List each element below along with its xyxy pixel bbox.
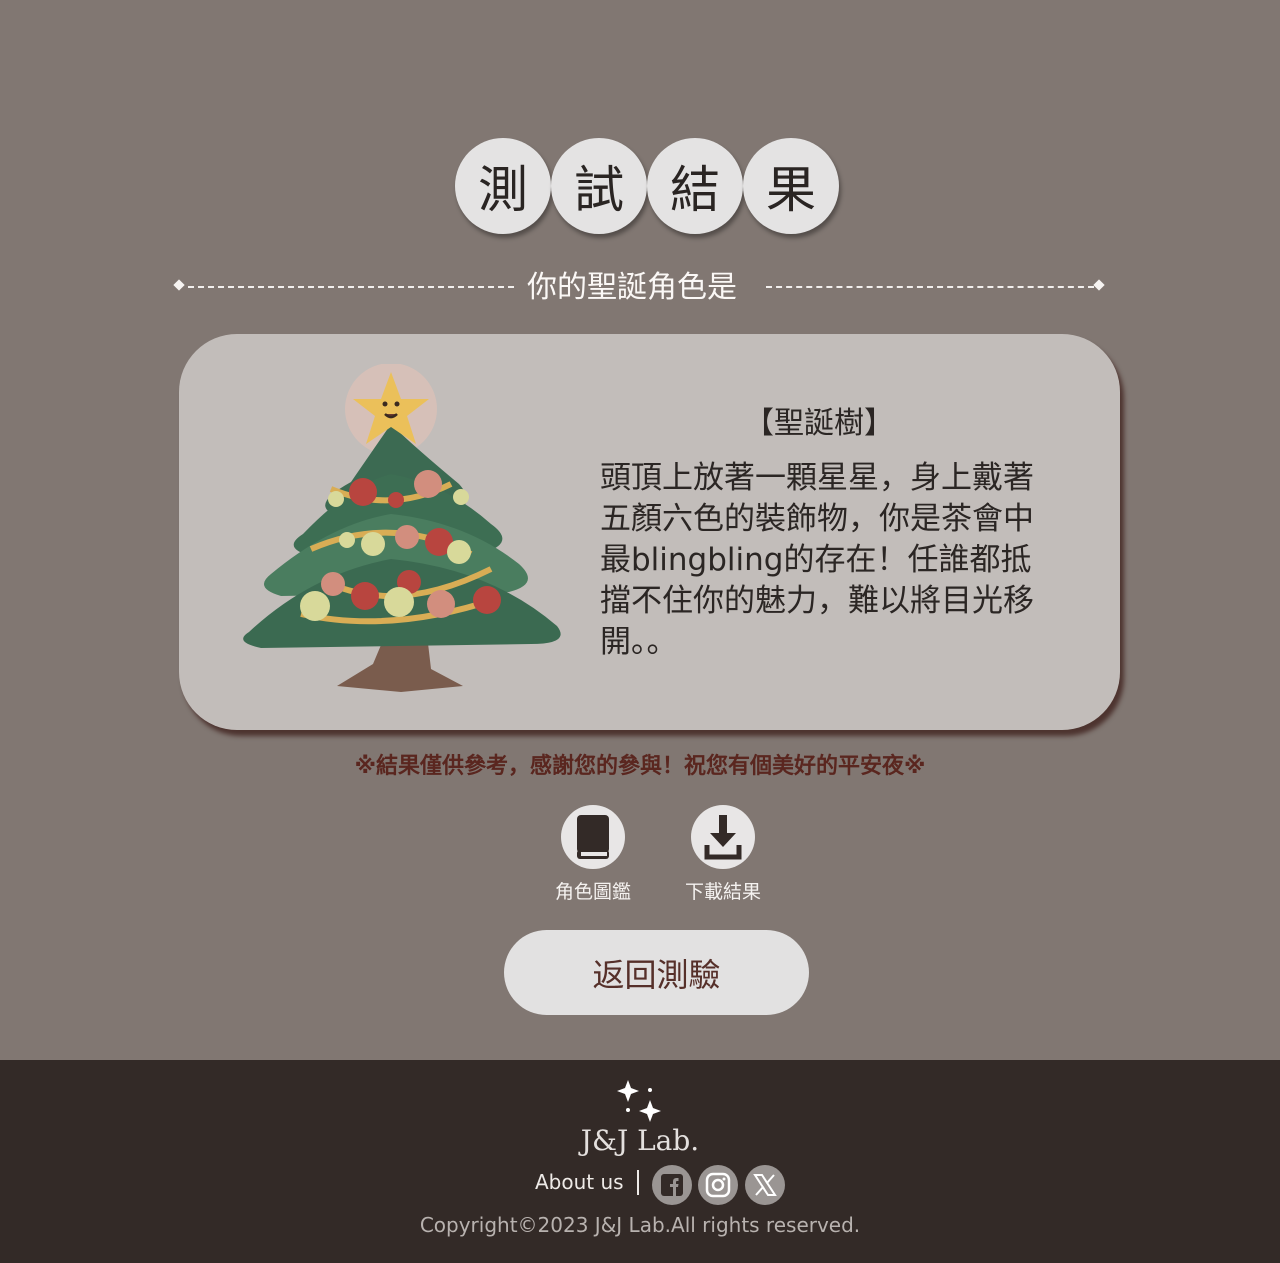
role-description: 頭頂上放著一顆星星，身上戴著五顏六色的裝飾物，你是茶會中最blingbling的… bbox=[600, 460, 1034, 660]
christmas-tree-image bbox=[243, 364, 561, 692]
subtitle: 你的聖誕角色是 bbox=[527, 270, 737, 305]
dashed-line-left bbox=[188, 286, 514, 288]
back-to-quiz-button[interactable]: 返回測驗 bbox=[504, 930, 809, 1015]
facebook-link[interactable] bbox=[652, 1165, 692, 1205]
diamond-left-icon bbox=[173, 279, 185, 291]
gallery-button[interactable] bbox=[561, 805, 625, 869]
brand-logo: J&J Lab. bbox=[580, 1124, 700, 1157]
result-card: 【聖誕樹】 頭頂上放著一顆星星，身上戴著五顏六色的裝飾物，你是茶會中最bling… bbox=[179, 334, 1120, 730]
download-button[interactable] bbox=[691, 805, 755, 869]
x-icon bbox=[753, 1174, 777, 1196]
instagram-icon bbox=[705, 1172, 731, 1198]
download-label: 下載結果 bbox=[684, 881, 761, 903]
role-name: 【聖誕樹】 bbox=[744, 406, 894, 441]
book-icon bbox=[577, 815, 609, 859]
subtitle-divider: 你的聖誕角色是 bbox=[172, 266, 1108, 310]
download-action[interactable]: 下載結果 bbox=[673, 805, 773, 904]
title-char-2: 試 bbox=[551, 138, 647, 234]
title-char-3: 結 bbox=[647, 138, 743, 234]
sparkles-icon bbox=[617, 1080, 661, 1122]
diamond-right-icon bbox=[1093, 279, 1105, 291]
dashed-line-right bbox=[766, 286, 1094, 288]
gallery-action[interactable]: 角色圖鑑 bbox=[543, 805, 643, 904]
title-char-4: 果 bbox=[743, 138, 839, 234]
copyright-text: Copyright©2023 J&J Lab.All rights reserv… bbox=[419, 1213, 861, 1237]
download-icon bbox=[704, 815, 742, 860]
about-us-link[interactable]: About us bbox=[535, 1170, 624, 1194]
page-title: 測 試 結 果 bbox=[455, 138, 845, 238]
footer: J&J Lab. About us Copyright©2023 J&J Lab… bbox=[0, 1060, 1280, 1263]
instagram-link[interactable] bbox=[698, 1165, 738, 1205]
footer-separator bbox=[637, 1170, 639, 1195]
facebook-icon bbox=[661, 1174, 683, 1196]
title-char-1: 測 bbox=[455, 138, 551, 234]
x-link[interactable] bbox=[745, 1165, 785, 1205]
gallery-label: 角色圖鑑 bbox=[554, 881, 631, 903]
disclaimer-note: ※結果僅供參考，感謝您的參與！祝您有個美好的平安夜※ bbox=[354, 754, 926, 779]
result-page: 測 試 結 果 你的聖誕角色是 【聖誕樹】 頭頂上放著一顆星星，身上戴著五顏六色… bbox=[0, 0, 1280, 1060]
